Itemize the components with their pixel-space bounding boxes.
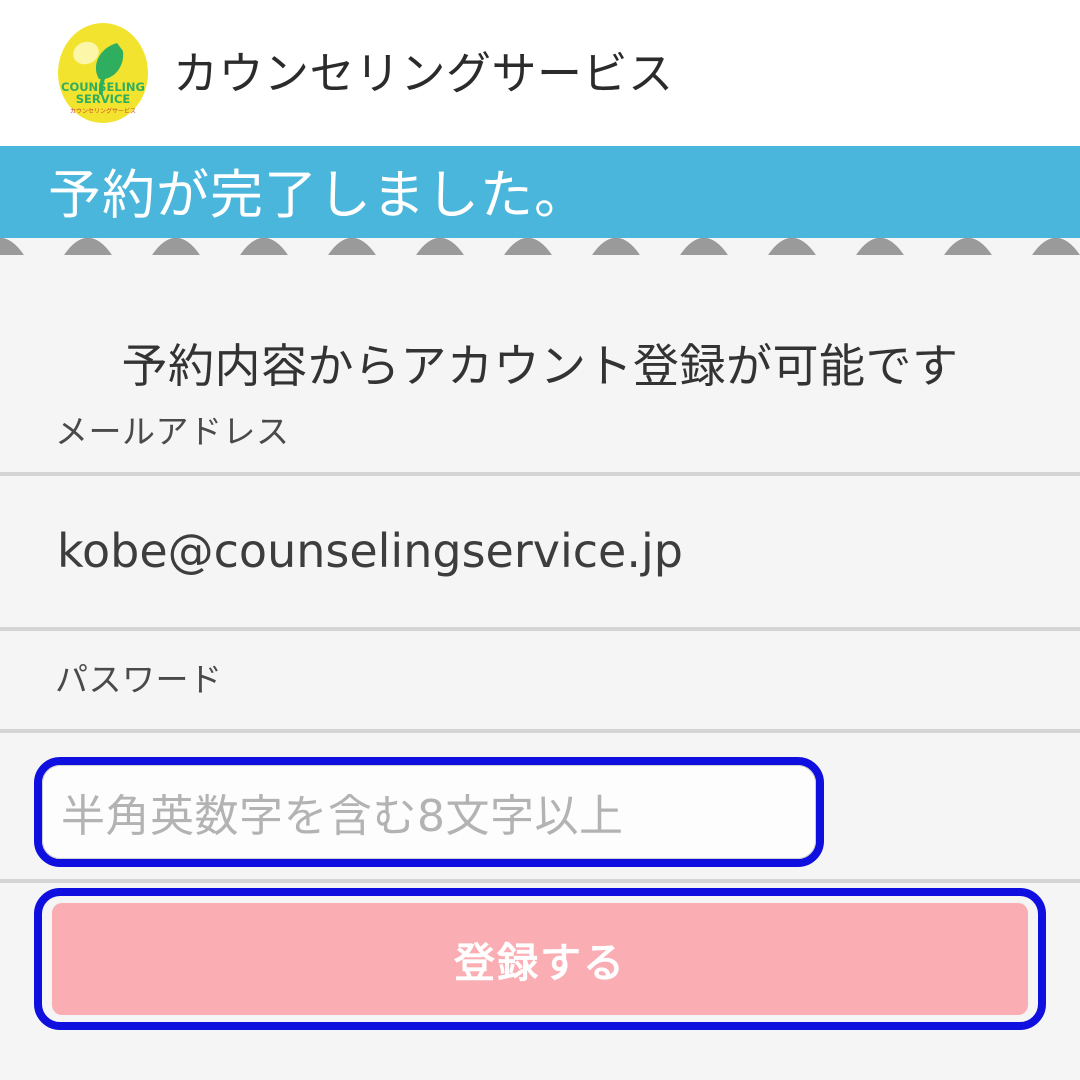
field-row-email-label: メールアドレス — [0, 391, 1080, 476]
clipped-bottom-content: ・ — [0, 1064, 1080, 1080]
counseling-service-logo[interactable]: COUNSELING SERVICE カウンセリングサービス — [55, 21, 151, 125]
email-field-value[interactable]: kobe@counselingservice.jp — [0, 524, 683, 579]
status-banner: 予約が完了しました。 — [0, 146, 1080, 255]
password-field-label: パスワード — [55, 660, 223, 700]
logo-secondary-text: SERVICE — [76, 92, 131, 106]
page-root: COUNSELING SERVICE カウンセリングサービス カウンセリングサー… — [0, 0, 1080, 1080]
logo-kana-text: カウンセリングサービス — [70, 107, 136, 115]
email-field-label: メールアドレス — [55, 411, 290, 451]
site-title: カウンセリングサービス — [173, 46, 674, 100]
password-input[interactable]: 半角英数字を含む8文字以上 — [42, 765, 816, 859]
status-banner-message: 予約が完了しました。 — [48, 165, 588, 226]
clipped-bottom-text: ・ — [58, 1064, 98, 1080]
register-submit-button[interactable]: 登録する — [52, 903, 1028, 1015]
field-row-password-label: パスワード — [0, 631, 1080, 733]
password-input-placeholder: 半角英数字を含む8文字以上 — [61, 791, 624, 842]
submit-row-divider — [0, 879, 1080, 883]
site-header: COUNSELING SERVICE カウンセリングサービス カウンセリングサー… — [0, 0, 1080, 146]
field-row-email-value[interactable]: kobe@counselingservice.jp — [0, 476, 1080, 631]
